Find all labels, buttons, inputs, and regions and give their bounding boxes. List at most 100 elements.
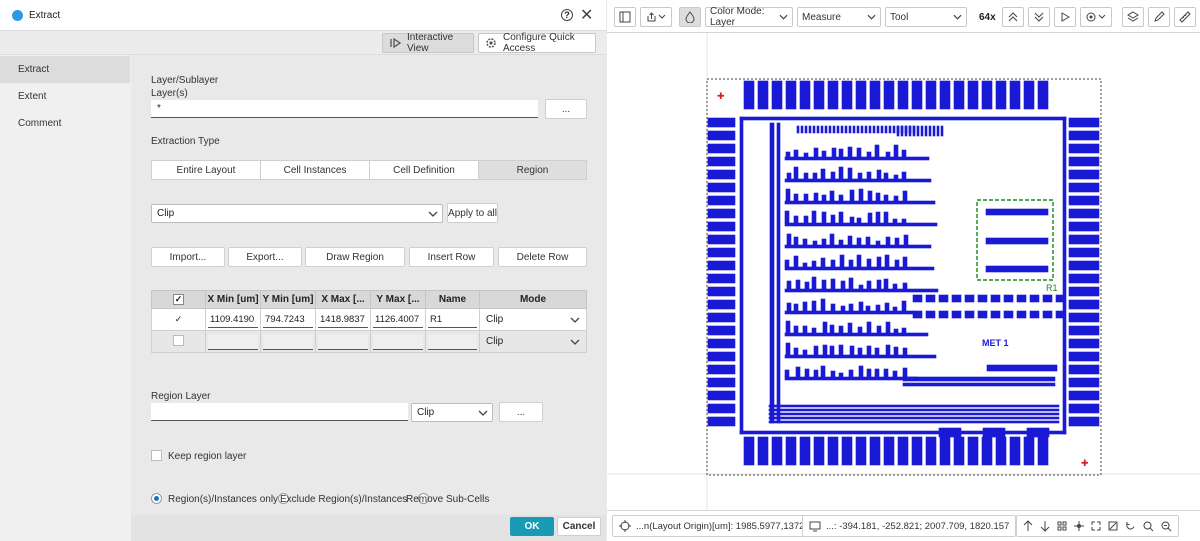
cancel-button[interactable]: Cancel [557,517,601,536]
fill-drop-icon[interactable] [679,7,701,27]
macro-block [938,427,962,438]
column-header[interactable]: Y Min [um] [260,290,316,309]
io-pad [707,299,736,310]
std-cell [785,342,791,356]
std-cell [784,259,790,268]
zoom-magnifier-icon[interactable] [1143,521,1154,532]
nav-item-extent[interactable]: Extent [0,83,130,110]
nav-item-comment[interactable]: Comment [0,110,130,137]
column-header[interactable]: X Max [... [315,290,371,309]
bus-line [928,125,932,137]
io-pad [707,390,736,401]
export-button[interactable]: Export... [228,247,302,267]
column-header[interactable]: X Min [um] [205,290,261,309]
std-cell [812,240,818,246]
arrow-down-icon[interactable] [1040,520,1050,532]
nav-item-extract[interactable]: Extract [0,56,130,83]
std-cell [838,325,844,334]
std-cell [847,322,853,334]
row-checkbox[interactable]: ✓ [173,314,184,325]
arrow-up-icon[interactable] [1023,520,1033,532]
std-cell [804,281,810,290]
import-button[interactable]: Import... [151,247,225,267]
mode-cell[interactable]: Clip [479,330,587,353]
grid-icon[interactable] [1057,521,1067,531]
io-pad [911,436,923,466]
name-field[interactable] [428,333,477,350]
ruler-icon[interactable] [1174,7,1196,27]
io-pad [883,80,895,110]
xmin-field[interactable] [208,333,258,350]
array-cell [990,294,1001,303]
panel-toggle-icon[interactable] [614,7,636,27]
array-cell [951,310,962,319]
layers-input[interactable]: * [151,100,538,118]
std-cell [786,233,792,246]
row-checkbox[interactable] [173,334,184,346]
apply-to-all-button[interactable]: Apply to all [447,203,498,223]
ymax-field[interactable] [373,333,423,350]
draw-region-button[interactable]: Draw Region [305,247,405,267]
column-header[interactable]: Name [425,290,480,309]
name-field[interactable]: R1 [428,311,477,328]
ok-button[interactable]: OK [510,517,554,536]
io-pad [707,273,736,284]
interactive-view-button[interactable]: Interactive View [382,32,474,54]
std-cell [856,217,862,224]
mode-cell[interactable]: Clip [479,308,587,331]
region-layer-mode-select[interactable]: Clip [411,403,493,422]
bus-line [804,125,808,134]
select-all-checkbox[interactable]: ✓ [173,294,184,305]
tab-cell-instances[interactable]: Cell Instances [260,160,370,180]
std-cell [793,347,799,356]
std-cell [820,365,826,378]
std-cell [838,372,844,378]
layers-browse-button[interactable]: ... [545,99,587,119]
xmax-field[interactable] [318,333,368,350]
tab-cell-definition[interactable]: Cell Definition [369,160,479,180]
configure-quick-access-button[interactable]: Configure Quick Access [478,32,596,54]
column-header[interactable]: Mode [479,290,587,309]
refresh-icon[interactable] [1125,521,1136,532]
ymin-field[interactable] [263,333,313,350]
ymax-field[interactable]: 1126.4007 [373,311,423,328]
std-cell [793,166,799,180]
measure-select[interactable]: Measure [797,7,881,27]
io-pad [707,338,736,349]
help-icon[interactable]: ? [561,9,573,21]
io-pad [707,130,736,141]
xmin-field[interactable]: 1109.4190 [208,311,258,328]
column-header[interactable]: Y Max [... [370,290,426,309]
select-all-header[interactable]: ✓ [151,290,206,309]
layout-canvas[interactable]: R1 MET 1 ✚ ✚ [607,33,1200,510]
fit-screen-icon[interactable] [1091,521,1101,531]
region-layer-input[interactable] [151,403,408,421]
std-cell [830,303,836,312]
close-icon[interactable]: ✕ [580,5,593,25]
array-cell [1042,294,1053,303]
target-menu-icon[interactable] [1080,7,1112,27]
std-cell [813,147,819,158]
export-menu-icon[interactable] [640,7,672,27]
clip-mode-select[interactable]: Clip [151,204,443,223]
zoom-in-icon[interactable] [1002,7,1024,27]
keep-region-layer-checkbox[interactable] [151,450,162,461]
tool-select[interactable]: Tool [885,7,967,27]
center-icon[interactable] [1074,521,1084,531]
region-layer-browse-button[interactable]: ... [499,402,543,422]
insert-row-button[interactable]: Insert Row [409,247,494,267]
tab-region[interactable]: Region [478,160,587,180]
radio-regions-instances-only[interactable] [151,493,162,504]
view-tools [1016,515,1179,537]
color-mode-select[interactable]: Color Mode: Layer [705,6,793,28]
layers-3d-icon[interactable] [1122,7,1144,27]
zoom-area-icon[interactable] [1108,521,1118,531]
delete-row-button[interactable]: Delete Row [498,247,587,267]
xmax-field[interactable]: 1418.9837 [318,311,368,328]
zoom-out-magnifier-icon[interactable] [1161,521,1172,532]
zoom-out-icon[interactable] [1028,7,1050,27]
play-icon[interactable] [1054,7,1076,27]
pencil-icon[interactable] [1148,7,1170,27]
ymin-field[interactable]: 794.7243 [263,311,313,328]
tab-entire-layout[interactable]: Entire Layout [151,160,261,180]
